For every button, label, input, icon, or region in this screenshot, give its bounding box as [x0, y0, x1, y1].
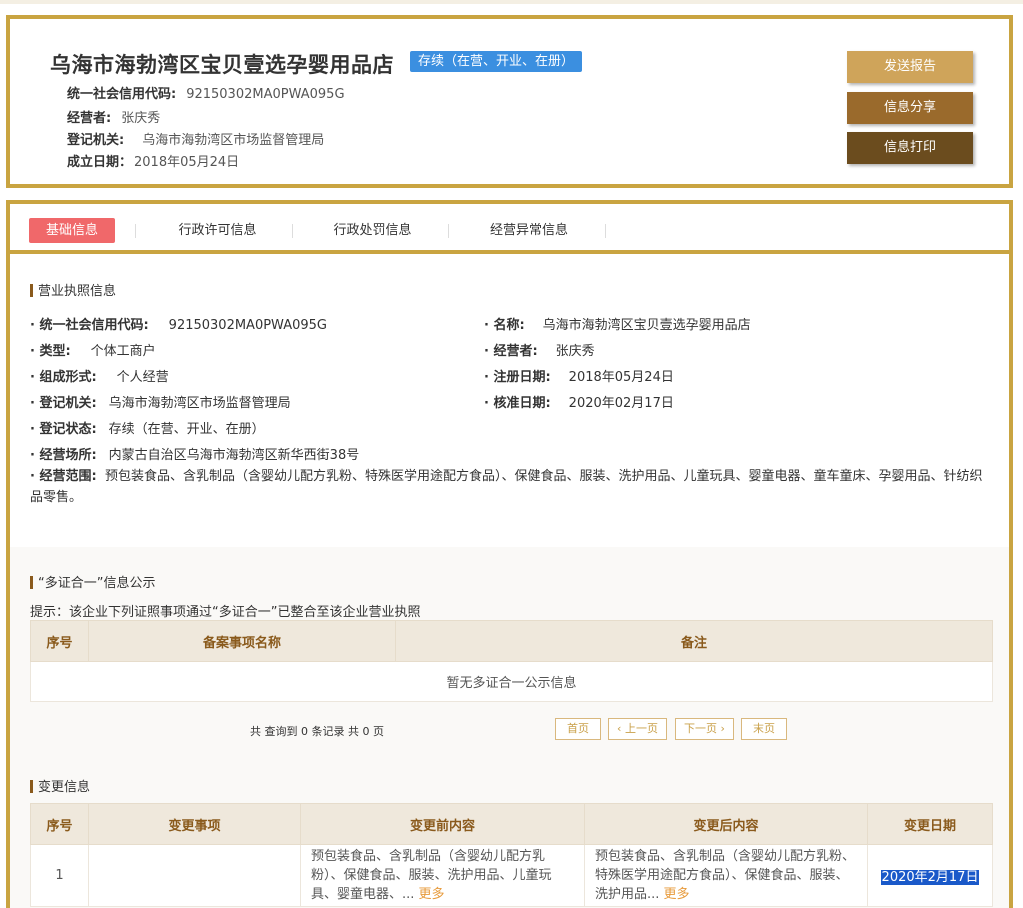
tab-divider	[605, 224, 606, 238]
section-marker	[30, 576, 33, 589]
pager-info: 共 查询到 0 条记录 共 0 页	[250, 725, 384, 738]
tab-divider	[448, 224, 449, 238]
header-operator: 经营者: 张庆秀	[67, 111, 161, 126]
field-name: · 名称: 乌海市海勃湾区宝贝壹选孕婴用品店	[484, 318, 751, 333]
field-composition: · 组成形式: 个人经营	[30, 370, 169, 385]
empty-row: 暂无多证合一公示信息	[30, 661, 993, 702]
more-link[interactable]: 更多	[419, 887, 445, 902]
col-header: 变更后内容	[584, 803, 868, 845]
table-row: 1 预包装食品、含乳制品（含婴幼儿配方乳粉）、保健食品、服装、洗护用品、儿童玩具…	[30, 844, 993, 907]
change-no: 1	[30, 844, 89, 907]
print-info-button[interactable]: 信息打印	[847, 132, 973, 164]
section-marker	[30, 284, 33, 297]
header-credit-code: 统一社会信用代码: 92150302MA0PWA095G	[67, 87, 345, 102]
col-header: 备案事项名称	[88, 620, 396, 662]
multi-cert-table: 序号 备案事项名称 备注 暂无多证合一公示信息	[30, 620, 993, 702]
changes-section-title: 变更信息	[30, 776, 90, 795]
col-header: 变更事项	[88, 803, 301, 845]
more-link[interactable]: 更多	[664, 887, 690, 902]
col-header: 变更日期	[867, 803, 993, 845]
header-established-date: 成立日期： 2018年05月24日	[67, 155, 240, 170]
pager-last-button[interactable]: 末页	[741, 718, 787, 740]
field-type: · 类型: 个体工商户	[30, 344, 156, 359]
tab-divider	[292, 224, 293, 238]
share-info-button[interactable]: 信息分享	[847, 92, 973, 124]
company-name: 乌海市海勃湾区宝贝壹选孕婴用品店	[50, 53, 394, 77]
field-business-scope: · 经营范围: 预包装食品、含乳制品（含婴幼儿配方乳粉、特殊医学用途配方食品）、…	[30, 469, 983, 505]
company-header-card: 乌海市海勃湾区宝贝壹选孕婴用品店 存续（在营、开业、在册） 统一社会信用代码: 9…	[6, 15, 1013, 188]
field-business-place: · 经营场所: 内蒙古自治区乌海市海勃湾区新华西街38号	[30, 448, 360, 463]
tab-admin-license[interactable]: 行政许可信息	[160, 218, 275, 243]
status-badge: 存续（在营、开业、在册）	[410, 51, 583, 72]
pager-first-button[interactable]: 首页	[555, 718, 601, 740]
field-approval-date: · 核准日期: 2020年02月17日	[484, 396, 674, 411]
field-register-date: · 注册日期: 2018年05月24日	[484, 370, 674, 385]
tab-business-abnormal[interactable]: 经营异常信息	[470, 218, 588, 243]
change-item	[88, 844, 301, 907]
multi-cert-section-title: “多证合一”信息公示	[30, 572, 155, 591]
chevron-left-icon: ‹	[617, 722, 622, 735]
tab-basic-info[interactable]: 基础信息	[29, 218, 115, 243]
tab-bar: 基础信息 行政许可信息 行政处罚信息 经营异常信息	[10, 204, 1009, 254]
tab-divider	[135, 224, 136, 238]
change-before: 预包装食品、含乳制品（含婴幼儿配方乳粉）、保健食品、服装、洗护用品、儿童玩具、婴…	[300, 844, 585, 907]
main-card: 基础信息 行政许可信息 行政处罚信息 经营异常信息 营业执照信息 · 统一社会信…	[6, 200, 1013, 908]
col-header: 备注	[395, 620, 993, 662]
col-header: 序号	[30, 620, 89, 662]
col-header: 变更前内容	[300, 803, 585, 845]
pager-next-button[interactable]: 下一页 ›	[675, 718, 734, 740]
change-after: 预包装食品、含乳制品（含婴幼儿配方乳粉、特殊医学用途配方食品）、保健食品、服装、…	[584, 844, 868, 907]
col-header: 序号	[30, 803, 89, 845]
top-strip	[0, 0, 1023, 4]
field-authority: · 登记机关: 乌海市海勃湾区市场监督管理局	[30, 396, 291, 411]
pager-prev-button[interactable]: ‹ 上一页	[608, 718, 667, 740]
field-operator: · 经营者: 张庆秀	[484, 344, 595, 359]
header-authority: 登记机关: 乌海市海勃湾区市场监督管理局	[67, 133, 325, 148]
section-marker	[30, 780, 33, 793]
field-reg-status: · 登记状态: 存续（在营、开业、在册）	[30, 422, 265, 437]
send-report-button[interactable]: 发送报告	[847, 51, 973, 83]
field-credit-code: · 统一社会信用代码: 92150302MA0PWA095G	[30, 318, 327, 333]
multi-cert-notice: 提示：该企业下列证照事项通过“多证合一”已整合至该企业营业执照	[30, 605, 421, 620]
chevron-right-icon: ›	[720, 722, 725, 735]
changes-table: 序号 变更事项 变更前内容 变更后内容 变更日期 1 预包装食品、含乳制品（含婴…	[30, 803, 993, 907]
license-section-title: 营业执照信息	[30, 280, 116, 299]
tab-admin-penalty[interactable]: 行政处罚信息	[315, 218, 430, 243]
change-date: 2020年2月17日	[867, 844, 993, 907]
